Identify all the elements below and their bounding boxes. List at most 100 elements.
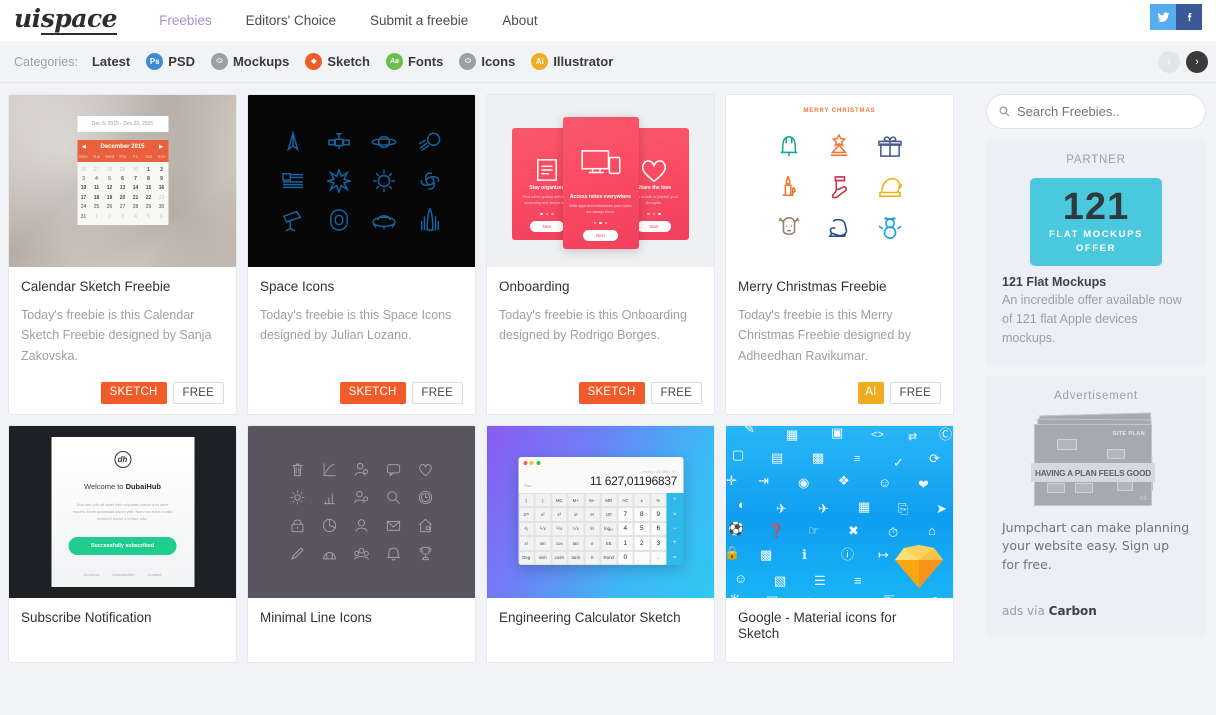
carousel-next-icon[interactable]: ›: [1186, 50, 1208, 73]
calc-key[interactable]: x³: [551, 507, 568, 522]
calc-key[interactable]: Rand: [600, 550, 617, 565]
calc-key[interactable]: .: [650, 550, 667, 565]
nav-item-freebies[interactable]: Freebies: [159, 13, 212, 28]
calc-key[interactable]: ÷: [666, 492, 683, 508]
calc-key[interactable]: ±: [633, 492, 650, 508]
calc-key[interactable]: ³√x: [551, 521, 568, 537]
category-mockups[interactable]: ⬭ Mockups: [210, 53, 289, 70]
calc-key[interactable]: +: [666, 536, 683, 551]
category-latest[interactable]: Latest: [92, 54, 130, 69]
tag-format[interactable]: SKETCH: [100, 381, 167, 404]
advertisement-text[interactable]: Jumpchart can make planning your website…: [1002, 519, 1190, 573]
illustrator-icon: Ai: [531, 53, 549, 70]
calc-key[interactable]: tanh: [567, 550, 584, 565]
category-icons[interactable]: ⬭ Icons: [459, 53, 515, 70]
tag-price[interactable]: FREE: [650, 381, 702, 404]
calc-key[interactable]: ²√x: [534, 521, 551, 537]
calc-key[interactable]: 5: [633, 521, 650, 537]
tag-format[interactable]: AI: [858, 381, 884, 404]
calc-key[interactable]: xʸ: [567, 507, 584, 522]
site-logo[interactable]: uispace: [14, 4, 118, 35]
material-icon: ⌂: [928, 522, 936, 538]
category-illustrator[interactable]: Ai Illustrator: [531, 53, 613, 70]
tag-price[interactable]: FREE: [172, 381, 224, 404]
nav-item-about[interactable]: About: [502, 13, 537, 28]
freebie-card-engineering-calculator[interactable]: Rad sin(30) × (23 256 − 2) ÷ 11 627,0119…: [486, 424, 715, 664]
footer-link[interactable]: Contact: [148, 572, 162, 577]
calc-key[interactable]: %: [650, 492, 667, 508]
calc-key[interactable]: x²: [534, 507, 551, 522]
calc-key[interactable]: 2ⁿʸ: [518, 507, 535, 522]
calc-key[interactable]: π: [584, 550, 601, 565]
freebie-card-onboarding[interactable]: Stay organized Find notes quickly with f…: [486, 94, 715, 415]
onboarding-button[interactable]: Start: [636, 221, 672, 232]
calc-key[interactable]: ln: [584, 521, 601, 537]
tag-format[interactable]: SKETCH: [578, 381, 645, 404]
tag-format[interactable]: SKETCH: [339, 381, 406, 404]
onboarding-button[interactable]: Next: [529, 221, 565, 232]
calc-key[interactable]: [633, 550, 650, 565]
search-box[interactable]: [986, 94, 1206, 129]
email-cta-button[interactable]: Successfully subscribed: [68, 536, 177, 555]
calc-key[interactable]: 7: [617, 507, 634, 522]
footer-link[interactable]: Unsubscribe: [112, 572, 134, 577]
calc-key[interactable]: 9: [650, 507, 667, 522]
freebie-card-calendar[interactable]: Dec 6, 2015 - Dec 22, 2015 ◀ December 20…: [8, 94, 237, 415]
calc-key[interactable]: sinh: [534, 550, 551, 565]
search-input[interactable]: [1017, 104, 1193, 119]
calc-key[interactable]: log₁₀: [600, 521, 617, 537]
calc-key[interactable]: 3: [650, 536, 667, 551]
onboarding-button[interactable]: Next: [583, 230, 618, 241]
freebie-card-space-icons[interactable]: Space Icons Today's freebie is this Spac…: [247, 94, 476, 415]
partner-title[interactable]: 121 Flat Mockups: [1002, 275, 1190, 289]
calc-key[interactable]: 8: [633, 507, 650, 522]
nav-item-submit-a-freebie[interactable]: Submit a freebie: [370, 13, 468, 28]
calc-key[interactable]: M+: [567, 492, 584, 508]
calc-key[interactable]: =: [666, 550, 683, 565]
tag-price[interactable]: FREE: [889, 381, 941, 404]
calc-key[interactable]: cos: [551, 536, 568, 551]
facebook-button[interactable]: [1176, 4, 1202, 30]
footer-link[interactable]: About us: [84, 572, 100, 577]
nav-item-editors-choice[interactable]: Editors' Choice: [246, 13, 336, 28]
calc-key[interactable]: ): [534, 492, 551, 508]
category-fonts[interactable]: Aa Fonts: [385, 53, 443, 70]
tag-price[interactable]: FREE: [411, 381, 463, 404]
freebie-card-minimal-line-icons[interactable]: Minimal Line Icons: [247, 424, 476, 664]
calc-key[interactable]: AC: [617, 492, 634, 508]
freebie-card-merry-christmas[interactable]: MERRY CHRISTMAS Merry Christmas Freebie …: [725, 94, 954, 415]
carousel-prev-icon[interactable]: ‹: [1158, 50, 1180, 73]
calc-key[interactable]: 6: [650, 521, 667, 537]
ad-version-label: V3: [1139, 496, 1147, 503]
calc-key[interactable]: Deg: [518, 550, 535, 565]
calc-key[interactable]: EE: [600, 536, 617, 551]
calc-key[interactable]: 0: [617, 550, 634, 565]
card-description: Today's freebie is this Onboarding desig…: [499, 308, 687, 343]
twitter-button[interactable]: [1150, 4, 1176, 30]
calc-key[interactable]: M−: [584, 492, 601, 508]
calc-key[interactable]: eʸ: [584, 507, 601, 522]
calc-key[interactable]: ¹⁄ₓ: [518, 521, 535, 537]
calc-key[interactable]: e: [584, 536, 601, 551]
calc-key[interactable]: MC: [551, 492, 568, 508]
calc-key[interactable]: tan: [567, 536, 584, 551]
calc-key[interactable]: cosh: [551, 550, 568, 565]
category-sketch[interactable]: ◆ Sketch: [305, 53, 370, 70]
ads-via-brand[interactable]: Carbon: [1049, 604, 1097, 618]
calc-key[interactable]: ×: [666, 507, 683, 522]
freebie-card-subscribe-notification[interactable]: dh Welcome to DubaiHub Duis sed odio sit…: [8, 424, 237, 664]
calc-key[interactable]: 4: [617, 521, 634, 537]
calc-key[interactable]: sin: [534, 536, 551, 551]
calc-key[interactable]: (: [518, 492, 535, 508]
category-psd[interactable]: Ps PSD: [146, 53, 195, 70]
calc-key[interactable]: 2: [633, 536, 650, 551]
calc-key[interactable]: x!: [518, 536, 535, 551]
calc-key[interactable]: 1: [617, 536, 634, 551]
calc-key[interactable]: −: [666, 521, 683, 537]
advertisement-image[interactable]: SITE PLAN V3 HAVING A PLAN FEELS GOOD: [1031, 412, 1158, 507]
partner-badge[interactable]: 121 FLAT MOCKUPS OFFER: [1030, 178, 1162, 266]
calc-key[interactable]: 10ʸ: [600, 507, 617, 522]
calc-key[interactable]: MR: [600, 492, 617, 508]
freebie-card-google-material-icons[interactable]: ✎ ▦ ▣ <> ⇄ Ⓒ ▢ ▤ ▩ ≡ ✓ ⟳ ✛ ⇥ ◉ ❖ ☺ ❤ ◐ ✈…: [725, 424, 954, 664]
calc-key[interactable]: ʸ√x: [567, 521, 584, 537]
